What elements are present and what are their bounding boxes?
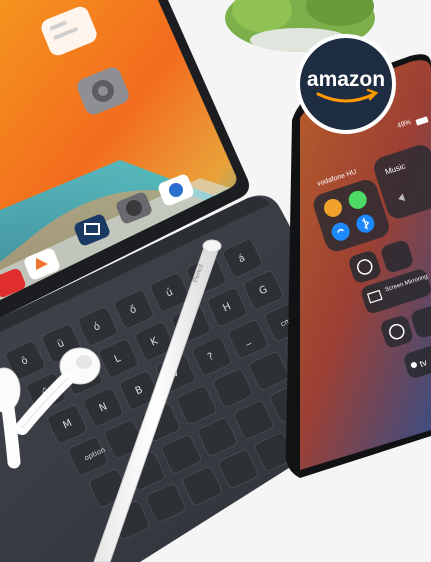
product-photo: öüóőúéáűPLKJHGMNBV?_cmdoption Pencil vod… bbox=[0, 0, 431, 562]
amazon-logo-text: amazon bbox=[307, 68, 385, 91]
photo-canvas: öüóőúéáűPLKJHGMNBV?_cmdoption Pencil vod… bbox=[0, 0, 431, 562]
amazon-badge: amazon bbox=[296, 34, 396, 134]
